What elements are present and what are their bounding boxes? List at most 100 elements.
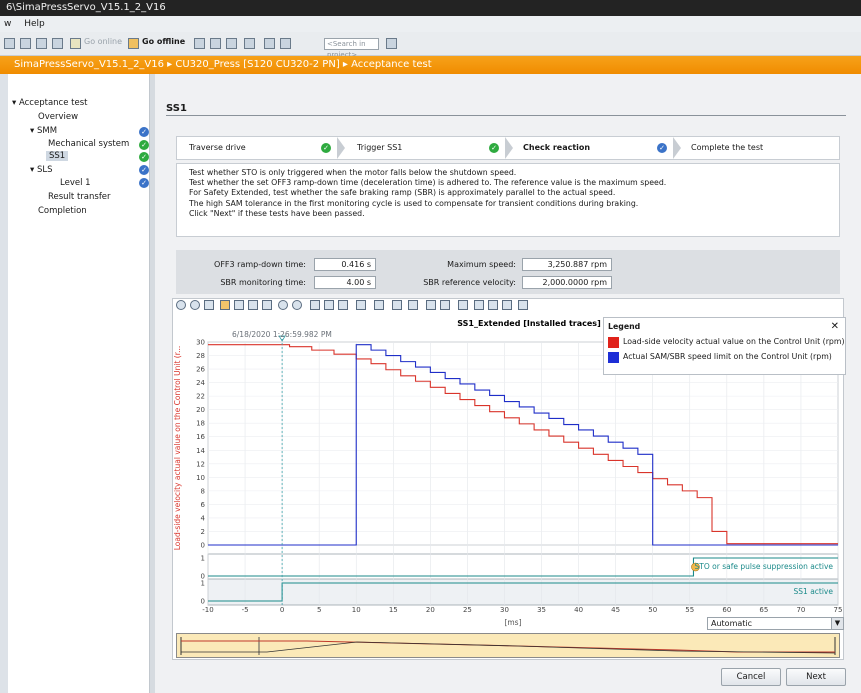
chart-title: SS1_Extended [Installed traces] (457, 319, 600, 328)
new-project-icon[interactable] (4, 38, 15, 49)
next-button[interactable]: Next (786, 668, 846, 686)
overview-trace (180, 637, 836, 655)
print-icon[interactable] (52, 38, 63, 49)
step-chevron-icon (505, 137, 513, 159)
off3-label: OFF3 ramp-down time: (214, 260, 306, 269)
y-tick-label: 16 (196, 433, 205, 441)
status-check-icon: ✓ (139, 140, 149, 150)
sbr-monitoring-label: SBR monitoring time: (220, 278, 306, 287)
sbr-reference-label: SBR reference velocity: (423, 278, 516, 287)
x-tick-label: 10 (352, 606, 361, 614)
y-tick-label: 6 (201, 501, 206, 509)
toolbar: Go online Go offline <Search in project> (0, 32, 861, 59)
legend-item-load-velocity[interactable]: Load-side velocity actual value on the C… (623, 337, 845, 346)
page-title: SS1 (166, 103, 187, 114)
menu-item-view[interactable]: w (4, 19, 11, 29)
y-axis-label: Load-side velocity actual value on the C… (173, 346, 182, 551)
description-line: For Safety Extended, test whether the sa… (189, 188, 616, 198)
y-tick-label: 8 (201, 487, 205, 495)
step-done-check-icon: ✓ (489, 143, 499, 153)
y-tick-label: 4 (201, 514, 206, 522)
cancel-button[interactable]: Cancel (721, 668, 781, 686)
go-online-icon[interactable] (70, 38, 81, 49)
step-chevron-icon (673, 137, 681, 159)
y-tick-label: 2 (201, 528, 205, 536)
digital-tick-label: 1 (201, 580, 205, 588)
max-speed-value: 3,250.887 rpm (522, 258, 612, 271)
go-online-button[interactable]: Go online (84, 37, 122, 46)
parameter-panel: OFF3 ramp-down time: 0.416 s SBR monitor… (176, 250, 840, 294)
tree-item-overview[interactable]: Overview (38, 112, 78, 122)
search-input[interactable]: <Search in project> (324, 38, 379, 59)
y-tick-label: 22 (196, 393, 205, 401)
x-tick-label: 0 (280, 606, 284, 614)
scale-mode-value: Automatic (711, 619, 753, 628)
x-tick-label: 55 (685, 606, 694, 614)
menu-item-help[interactable]: Help (24, 19, 45, 29)
legend-close-icon[interactable]: ✕ (831, 321, 839, 332)
search-go-icon[interactable] (386, 38, 397, 49)
scale-mode-select[interactable]: Automatic ▼ (707, 617, 844, 630)
x-tick-label: 75 (834, 606, 843, 614)
step-check-reaction[interactable]: Check reaction (523, 137, 590, 159)
y-tick-label: 20 (196, 406, 205, 414)
window-title: 6\SimaPressServo_V15.1_2_V16 (0, 0, 861, 16)
split-vertical-icon[interactable] (280, 38, 291, 49)
max-speed-label: Maximum speed: (447, 260, 516, 269)
description-line: The high SAM tolerance in the first moni… (189, 198, 639, 208)
save-project-icon[interactable] (36, 38, 47, 49)
digital-tick-label: 1 (201, 555, 205, 563)
description-line: Click "Next" if these tests have been pa… (189, 208, 365, 218)
chevron-down-icon[interactable]: ▼ (831, 618, 843, 629)
menu-bar: w Help (0, 16, 861, 32)
y-tick-label: 0 (201, 542, 205, 550)
y-tick-label: 10 (196, 474, 205, 482)
accessible-devices-icon[interactable] (194, 38, 205, 49)
split-horizontal-icon[interactable] (264, 38, 275, 49)
go-offline-icon[interactable] (128, 38, 139, 49)
x-tick-label: 30 (500, 606, 509, 614)
x-tick-label: 45 (611, 606, 620, 614)
tree-item-smm[interactable]: ▾ SMM (30, 126, 57, 136)
tree-item-ss1[interactable]: SS1 (46, 151, 69, 161)
y-tick-label: 14 (196, 447, 205, 455)
legend-title: Legend (608, 322, 641, 331)
overview-timeline[interactable] (176, 633, 840, 658)
x-tick-label: 50 (648, 606, 657, 614)
tree-item-sls[interactable]: ▾ SLS (30, 165, 53, 175)
y-tick-label: 30 (196, 339, 205, 347)
step-trigger-ss1[interactable]: Trigger SS1 (357, 137, 402, 159)
tree-item-level-1[interactable]: Level 1 (60, 178, 91, 188)
acceptance-test-tree: ▾ Acceptance test Overview ▾ SMM ✓ Mecha… (8, 74, 150, 693)
cursor-timestamp: 6/18/2020 1:26:59.982 PM (232, 330, 332, 339)
step-complete-the-test[interactable]: Complete the test (691, 137, 763, 159)
x-tick-label: -10 (202, 606, 213, 614)
sbr-reference-value: 2,000.0000 rpm (522, 276, 612, 289)
sto-signal-label: STO or safe pulse suppression active (695, 562, 834, 571)
sbr-monitoring-value: 4.00 s (314, 276, 376, 289)
x-axis-label: [ms] (504, 618, 521, 627)
description-line: Test whether the set OFF3 ramp-down time… (189, 178, 667, 188)
stop-simulation-icon[interactable] (226, 38, 237, 49)
x-tick-label: 20 (426, 606, 435, 614)
go-offline-button[interactable]: Go offline (142, 37, 185, 46)
open-project-icon[interactable] (20, 38, 31, 49)
step-chevron-icon (337, 137, 345, 159)
step-current-check-icon: ✓ (657, 143, 667, 153)
ss1-signal-label: SS1 active (794, 587, 834, 596)
tree-item-mechanical-system[interactable]: Mechanical system (48, 139, 129, 149)
start-simulation-icon[interactable] (210, 38, 221, 49)
y-tick-label: 24 (196, 379, 205, 387)
x-tick-label: 15 (389, 606, 398, 614)
tree-item-result-transfer[interactable]: Result transfer (48, 192, 111, 202)
x-tick-label: 65 (759, 606, 768, 614)
x-tick-label: 5 (317, 606, 321, 614)
step-traverse-drive[interactable]: Traverse drive (189, 137, 246, 159)
tree-item-completion[interactable]: Completion (38, 206, 87, 216)
tree-item-acceptance-test[interactable]: ▾ Acceptance test (12, 98, 87, 108)
legend-item-sam-sbr-limit[interactable]: Actual SAM/SBR speed limit on the Contro… (623, 352, 832, 361)
x-tick-label: 25 (463, 606, 472, 614)
x-tick-label: 35 (537, 606, 546, 614)
legend-swatch-blue (608, 352, 619, 363)
cross-reference-icon[interactable] (244, 38, 255, 49)
